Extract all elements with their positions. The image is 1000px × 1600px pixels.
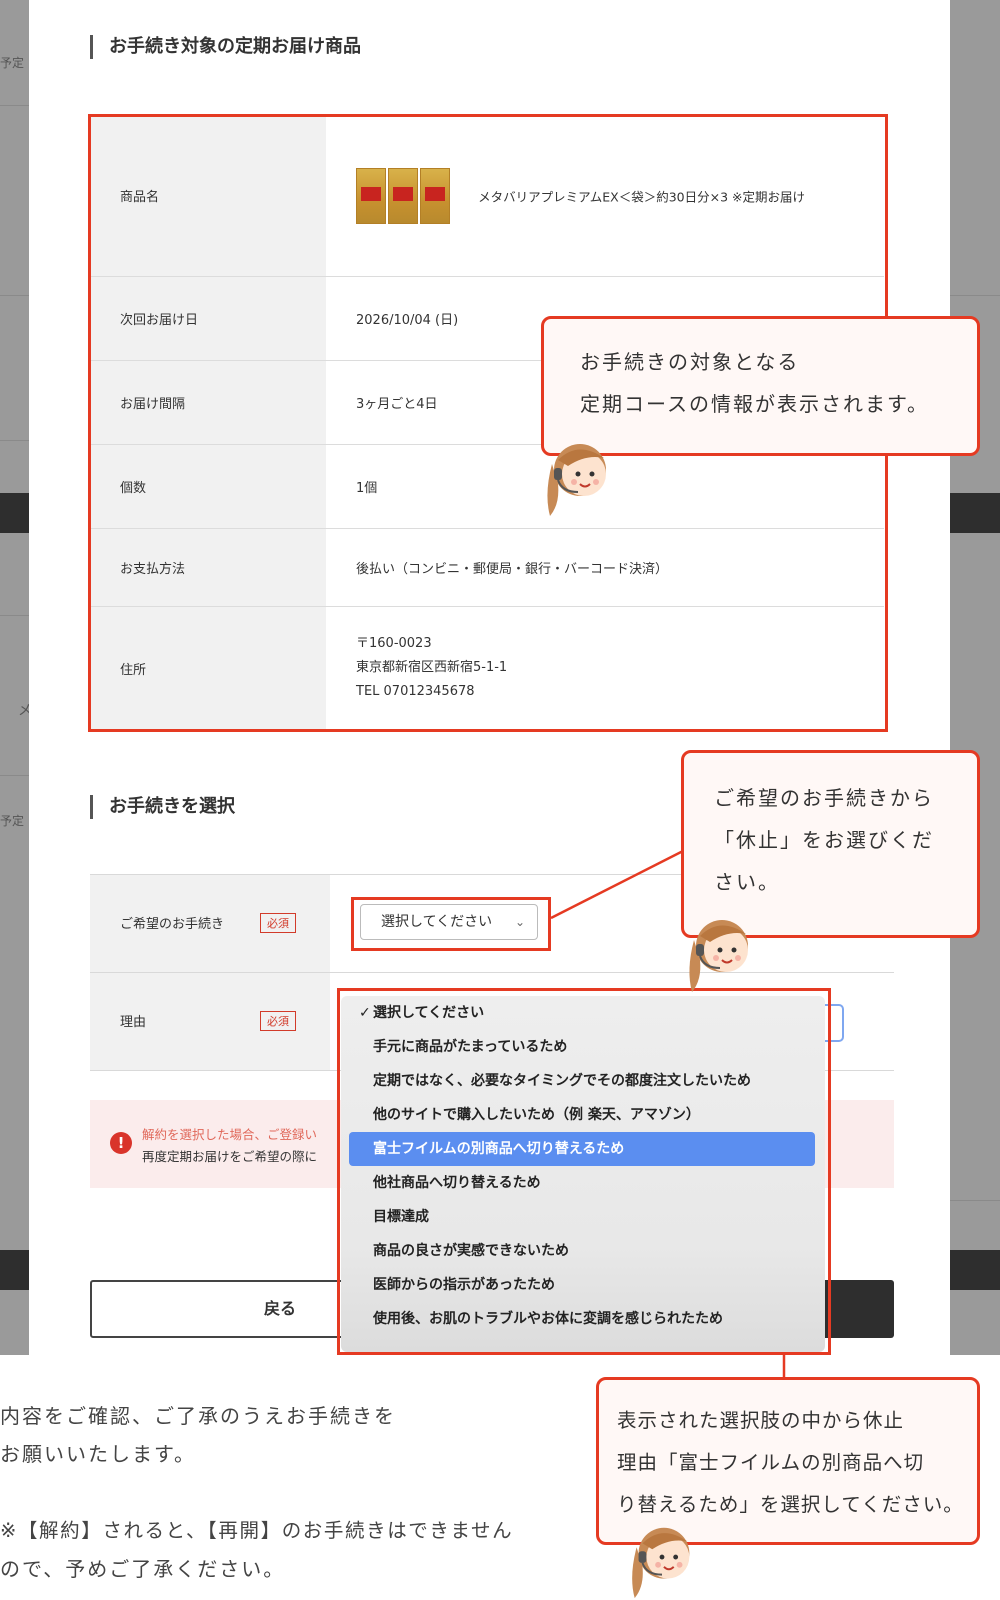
callout-text: さい。 <box>714 870 780 894</box>
notice-text: ので、予めご了承ください。 <box>0 1557 286 1581</box>
operator-mascot <box>632 1527 690 1599</box>
callout-text: 理由「富士フイルムの別商品へ切 <box>617 1451 925 1474</box>
callout-text: 「休止」をお選びくだ <box>714 828 934 852</box>
callout-text: 定期コースの情報が表示されます。 <box>580 392 929 416</box>
callout-text: ご希望のお手続きから <box>714 786 934 810</box>
operator-mascot <box>547 444 606 516</box>
notice-text: ※【解約】されると、【再開】のお手続きはできません <box>0 1519 514 1542</box>
instruction-text: お願いいたします。 <box>0 1442 196 1466</box>
operator-mascot <box>689 920 748 992</box>
callout-text: 表示された選択肢の中から休止 <box>617 1409 905 1432</box>
instruction-text: 内容をご確認、ご了承のうえお手続きを <box>0 1404 396 1428</box>
callout-text: お手続きの対象となる <box>580 350 800 374</box>
